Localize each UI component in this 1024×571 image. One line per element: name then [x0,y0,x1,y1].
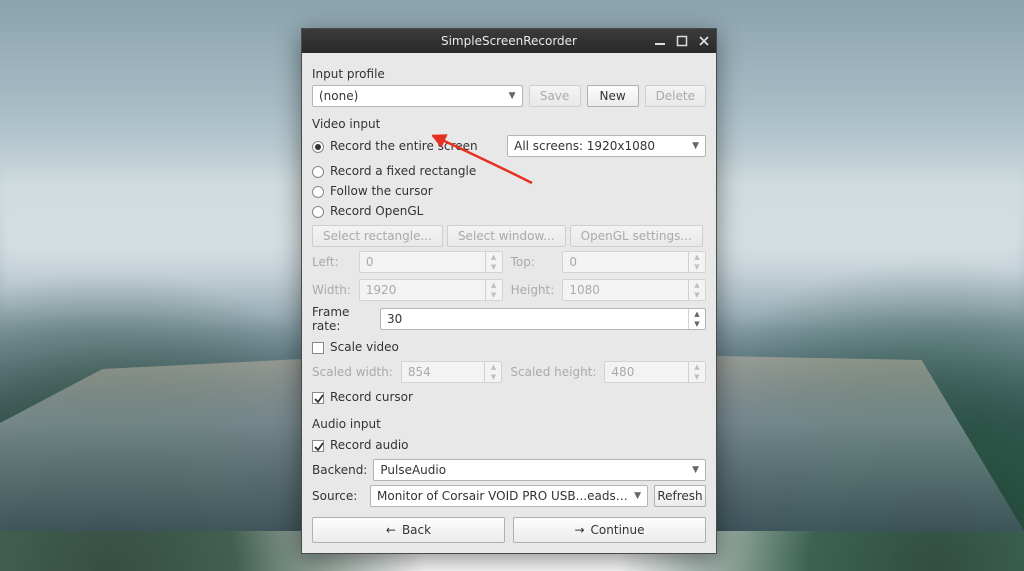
refresh-source-button[interactable]: Refresh [654,485,706,507]
minimize-icon[interactable] [652,34,668,48]
left-value: 0 [366,255,374,269]
width-spin: 1920 ▲▼ [359,279,503,301]
continue-label: Continue [591,523,645,537]
back-button[interactable]: ← Back [312,517,505,543]
arrow-left-icon: ← [386,523,396,537]
follow-cursor-radio[interactable]: Follow the cursor [312,181,706,201]
screen-select-combo[interactable]: All screens: 1920x1080 ▼ [507,135,706,157]
radio-icon [312,206,324,218]
window-title: SimpleScreenRecorder [441,34,577,48]
window-controls [652,29,712,53]
input-profile-combo[interactable]: (none) ▼ [312,85,523,107]
record-audio-label: Record audio [330,438,409,452]
spin-up-icon[interactable]: ▲ [689,309,705,319]
select-window-button: Select window... [447,225,566,247]
scaled-height-label: Scaled height: [510,365,596,379]
app-window: SimpleScreenRecorder Input profile (none… [301,28,717,554]
back-label: Back [402,523,431,537]
backend-value: PulseAudio [380,463,446,477]
scale-video-checkbox[interactable]: Scale video [312,337,706,357]
record-opengl-radio[interactable]: Record OpenGL [312,201,706,221]
scaled-width-label: Scaled width: [312,365,393,379]
source-combo[interactable]: Monitor of Corsair VOID PRO USB...eadset… [370,485,648,507]
spin-down-icon: ▼ [486,262,502,272]
scaled-height-spin: 480 ▲▼ [604,361,706,383]
chevron-down-icon: ▼ [634,491,641,501]
record-opengl-label: Record OpenGL [330,204,423,218]
scaled-height-value: 480 [611,365,634,379]
select-rectangle-button: Select rectangle... [312,225,443,247]
window-content: Input profile (none) ▼ Save New Delete V… [302,53,716,553]
height-label: Height: [511,283,555,297]
video-input-section-label: Video input [312,117,706,131]
radio-icon [312,141,324,153]
input-profile-value: (none) [319,89,358,103]
chevron-down-icon: ▼ [692,465,699,475]
source-value: Monitor of Corsair VOID PRO USB...eadset… [377,489,630,503]
height-spin: 1080 ▲▼ [562,279,706,301]
spin-up-icon: ▲ [689,252,705,262]
opengl-settings-button: OpenGL settings... [570,225,703,247]
screen-select-value: All screens: 1920x1080 [514,139,655,153]
checkbox-icon [312,392,324,404]
spin-up-icon: ▲ [486,280,502,290]
profile-delete-button: Delete [645,85,706,107]
spin-down-icon: ▼ [689,262,705,272]
radio-icon [312,186,324,198]
record-entire-screen-radio[interactable]: Record the entire screen [312,136,501,156]
checkbox-icon [312,440,324,452]
backend-combo[interactable]: PulseAudio ▼ [373,459,706,481]
spin-up-icon: ▲ [486,252,502,262]
scale-video-label: Scale video [330,340,399,354]
follow-cursor-label: Follow the cursor [330,184,433,198]
spin-down-icon: ▼ [486,290,502,300]
top-value: 0 [569,255,577,269]
profile-save-button: Save [529,85,581,107]
record-entire-screen-label: Record the entire screen [330,139,478,153]
spin-down-icon: ▼ [485,372,501,382]
record-fixed-rectangle-label: Record a fixed rectangle [330,164,476,178]
chevron-down-icon: ▼ [509,91,516,101]
frame-rate-spin[interactable]: 30 ▲▼ [380,308,706,330]
left-label: Left: [312,255,351,269]
spin-down-icon: ▼ [689,290,705,300]
arrow-right-icon: → [574,523,584,537]
frame-rate-label: Frame rate: [312,305,374,333]
width-value: 1920 [366,283,397,297]
maximize-icon[interactable] [674,34,690,48]
scaled-width-spin: 854 ▲▼ [401,361,503,383]
checkbox-icon [312,342,324,354]
chevron-down-icon: ▼ [692,141,699,151]
backend-label: Backend: [312,463,367,477]
height-value: 1080 [569,283,600,297]
spin-down-icon: ▼ [689,372,705,382]
source-label: Source: [312,489,364,503]
audio-input-section-label: Audio input [312,417,706,431]
spin-up-icon: ▲ [689,362,705,372]
record-cursor-label: Record cursor [330,390,413,404]
spin-up-icon: ▲ [485,362,501,372]
record-cursor-checkbox[interactable]: Record cursor [312,387,706,407]
top-spin: 0 ▲▼ [562,251,706,273]
continue-button[interactable]: → Continue [513,517,706,543]
frame-rate-value: 30 [387,312,402,326]
radio-icon [312,166,324,178]
spin-down-icon[interactable]: ▼ [689,319,705,329]
record-fixed-rectangle-radio[interactable]: Record a fixed rectangle [312,161,706,181]
input-profile-section-label: Input profile [312,67,706,81]
top-label: Top: [511,255,555,269]
close-icon[interactable] [696,34,712,48]
profile-new-button[interactable]: New [587,85,639,107]
scaled-width-value: 854 [408,365,431,379]
spin-up-icon: ▲ [689,280,705,290]
left-spin: 0 ▲▼ [359,251,503,273]
record-audio-checkbox[interactable]: Record audio [312,435,706,455]
width-label: Width: [312,283,351,297]
title-bar[interactable]: SimpleScreenRecorder [302,29,716,53]
